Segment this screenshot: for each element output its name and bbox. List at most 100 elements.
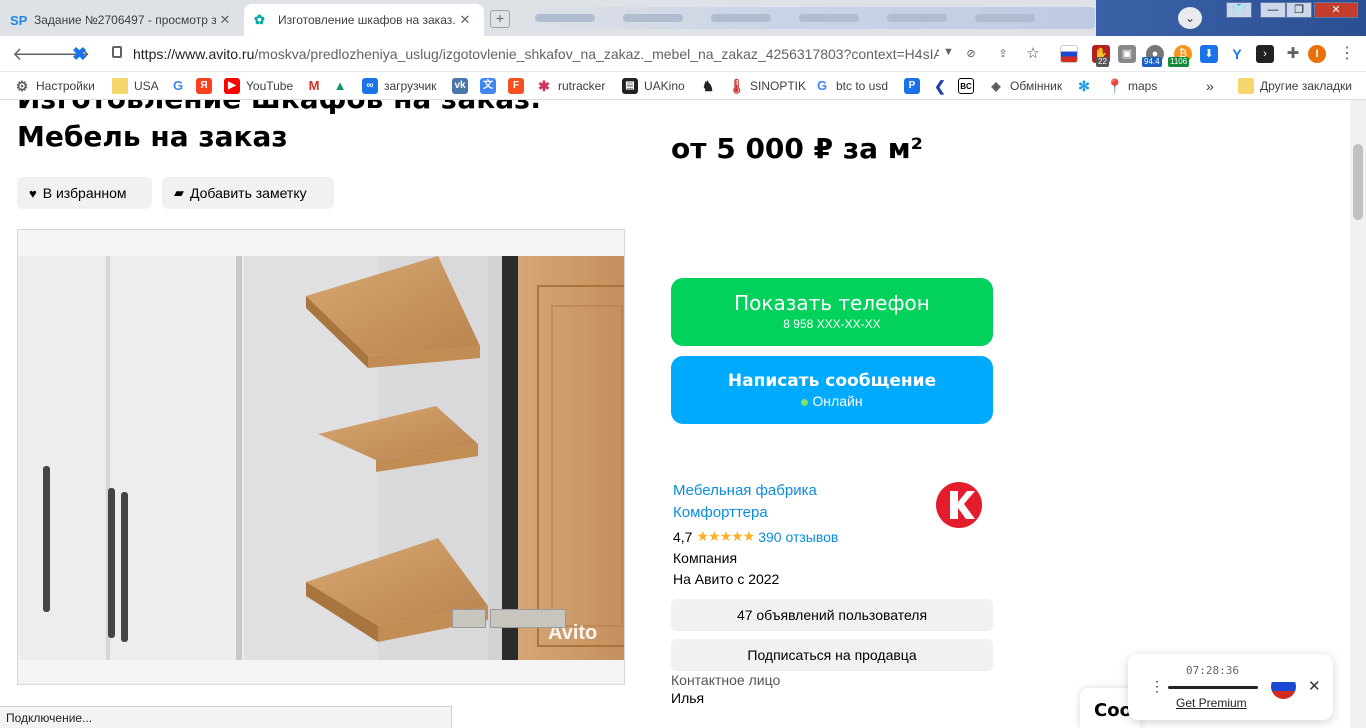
more-menu-icon[interactable]: ⋮: [1338, 45, 1356, 63]
y-ext-icon[interactable]: Y: [1228, 45, 1246, 63]
close-window-button[interactable]: ✕: [1314, 2, 1358, 18]
new-tab-button[interactable]: +: [490, 10, 510, 28]
bookmark-snowflake[interactable]: ✻: [1076, 78, 1098, 94]
scrollbar-thumb[interactable]: [1353, 144, 1363, 220]
bookmark-youtube[interactable]: ▶ YouTube: [224, 78, 293, 94]
add-note-button[interactable]: ▰ Добавить заметку: [162, 177, 334, 209]
seller-name-line: Комфорттера: [673, 504, 768, 521]
bookmark-google[interactable]: G: [170, 78, 192, 94]
profile-avatar[interactable]: I: [1308, 45, 1326, 63]
bookmark-exchanger[interactable]: ◈ Обмінник: [988, 78, 1062, 94]
ext-badge: 22: [1096, 57, 1109, 67]
puzzle-extensions-icon[interactable]: ✚: [1284, 45, 1302, 63]
thumbnail[interactable]: [490, 609, 566, 628]
briefcase-icon[interactable]: ▣: [1118, 45, 1136, 63]
status-bar: Подключение...: [0, 706, 452, 728]
bookmark-sinoptik[interactable]: 🌡 SINOPTIK: [728, 78, 806, 94]
close-icon[interactable]: ✕: [1308, 677, 1321, 695]
tab-task[interactable]: SP Задание №2706497 - просмотр з ✕: [0, 4, 244, 36]
bookmark-p[interactable]: P: [904, 78, 926, 94]
bookmark-chess[interactable]: ♞: [700, 78, 722, 94]
online-label: Онлайн: [812, 393, 863, 409]
google-icon: G: [172, 78, 184, 93]
minimize-button[interactable]: —: [1260, 2, 1286, 18]
vpn-widget: ⋮ 07:28:36 Get Premium ✕: [1128, 654, 1333, 720]
maps-icon: 📍: [1106, 78, 1124, 94]
thumbnail[interactable]: [452, 609, 486, 628]
reviews-link[interactable]: 390 отзывов: [758, 529, 838, 545]
ru-flag-icon[interactable]: [1060, 45, 1078, 63]
close-icon[interactable]: ✕: [456, 12, 474, 28]
get-premium-link[interactable]: Get Premium: [1176, 696, 1247, 710]
bookmark-label: UAKino: [644, 79, 685, 93]
leaf-icon: ✿: [254, 12, 265, 27]
listing-photo[interactable]: Avito: [18, 256, 624, 660]
f-icon: F: [508, 78, 524, 94]
thermometer-icon: 🌡: [728, 78, 746, 94]
note-icon: ▰: [174, 185, 184, 200]
close-icon[interactable]: ✕: [216, 12, 234, 28]
no-cookies-icon[interactable]: ⊘: [962, 45, 980, 63]
bookmark-usa[interactable]: USA: [112, 78, 159, 94]
heart-icon: ♥: [29, 185, 37, 201]
url-field[interactable]: https://www.avito.ru/moskva/predlozheniy…: [133, 46, 939, 62]
ext-badge: 1106: [1168, 57, 1190, 67]
bookmark-label: Другие закладки: [1260, 79, 1352, 93]
seller-ads-button[interactable]: 47 объявлений пользователя: [671, 599, 993, 631]
share-icon[interactable]: ⇪: [994, 45, 1012, 63]
tab-avito[interactable]: ✿ Изготовление шкафов на заказ. М ✕: [244, 4, 484, 36]
show-phone-button[interactable]: Показать телефон 8 958 XXX-XX-XX: [671, 278, 993, 346]
exchange-icon: ◈: [991, 79, 1001, 93]
bookmark-drive[interactable]: ▲: [332, 78, 354, 94]
bookmark-loader[interactable]: ∞ загрузчик: [362, 78, 436, 94]
bookmark-label: Обмінник: [1010, 79, 1063, 93]
bookmark-arrow[interactable]: ❮: [932, 78, 954, 94]
subscribe-seller-button[interactable]: Подписаться на продавца: [671, 639, 993, 671]
bookmark-yandex[interactable]: Я: [196, 78, 218, 94]
bookmark-btc[interactable]: Gbtc to usd: [814, 78, 888, 94]
ru-flag-icon[interactable]: [1271, 674, 1296, 699]
star-bookmark-icon[interactable]: ☆: [1024, 45, 1042, 63]
bookmark-uakino[interactable]: ▤ UAKino: [622, 78, 685, 94]
rutracker-icon: ✱: [538, 78, 550, 94]
cookie-banner-text: Coo: [1094, 700, 1132, 721]
vertical-scrollbar[interactable]: [1350, 100, 1366, 728]
bookmark-other[interactable]: Другие закладки: [1238, 78, 1352, 94]
translate-icon: 文: [480, 78, 496, 94]
folder-icon: [1238, 78, 1254, 94]
bookmark-gmail[interactable]: M: [306, 78, 328, 94]
bookmarks-overflow-button[interactable]: »: [1206, 78, 1214, 94]
dropdown-arrow-icon[interactable]: ▼: [943, 46, 954, 58]
widget-time: 07:28:36: [1186, 664, 1239, 677]
stop-icon[interactable]: ✖: [72, 44, 87, 65]
bookmark-f[interactable]: F: [508, 78, 530, 94]
download-icon[interactable]: ⬇: [1200, 45, 1218, 63]
bookmark-label: SINOPTIK: [750, 79, 807, 93]
bookmark-translate[interactable]: 文: [480, 78, 502, 94]
google-icon: G: [816, 78, 828, 93]
bookmark-maps[interactable]: 📍 maps: [1106, 78, 1157, 94]
drive-icon: ▲: [333, 78, 347, 93]
contact-label: Контактное лицо: [671, 672, 781, 688]
write-message-button[interactable]: Написать сообщение Онлайн: [671, 356, 993, 424]
terminal-icon[interactable]: ›: [1256, 45, 1274, 63]
bookmark-label: maps: [1128, 79, 1158, 93]
browser-window: SP Задание №2706497 - просмотр з ✕ ✿ Изг…: [0, 0, 1366, 728]
favorite-button[interactable]: ♥ В избранном: [17, 177, 152, 209]
url-path: /moskva/predlozheniya_uslug/izgotovlenie…: [254, 46, 939, 62]
bookmark-bc[interactable]: BC: [958, 78, 980, 94]
bookmark-vk[interactable]: vk: [452, 78, 474, 94]
bookmark-settings[interactable]: ⚙ Настройки: [14, 78, 95, 94]
title-bar-right: ⌄ 👕 — ❐ ✕: [1096, 0, 1366, 36]
folder-icon: [112, 78, 128, 94]
tab-search-button[interactable]: ⌄: [1178, 7, 1202, 29]
bookmark-label: YouTube: [246, 79, 294, 93]
seller-name-link[interactable]: Мебельная фабрика Комфорттера: [673, 480, 873, 524]
restore-button[interactable]: ❐: [1286, 2, 1312, 18]
rating-stars-icon: ★★★★★: [696, 528, 755, 544]
bookmark-rutracker[interactable]: ✱ rutracker: [536, 78, 605, 94]
bookmark-label: rutracker: [558, 79, 606, 93]
kebab-menu-icon[interactable]: ⋮: [1150, 678, 1164, 695]
seller-logo[interactable]: [935, 481, 983, 529]
tab-title: Задание №2706497 - просмотр з: [34, 13, 216, 27]
